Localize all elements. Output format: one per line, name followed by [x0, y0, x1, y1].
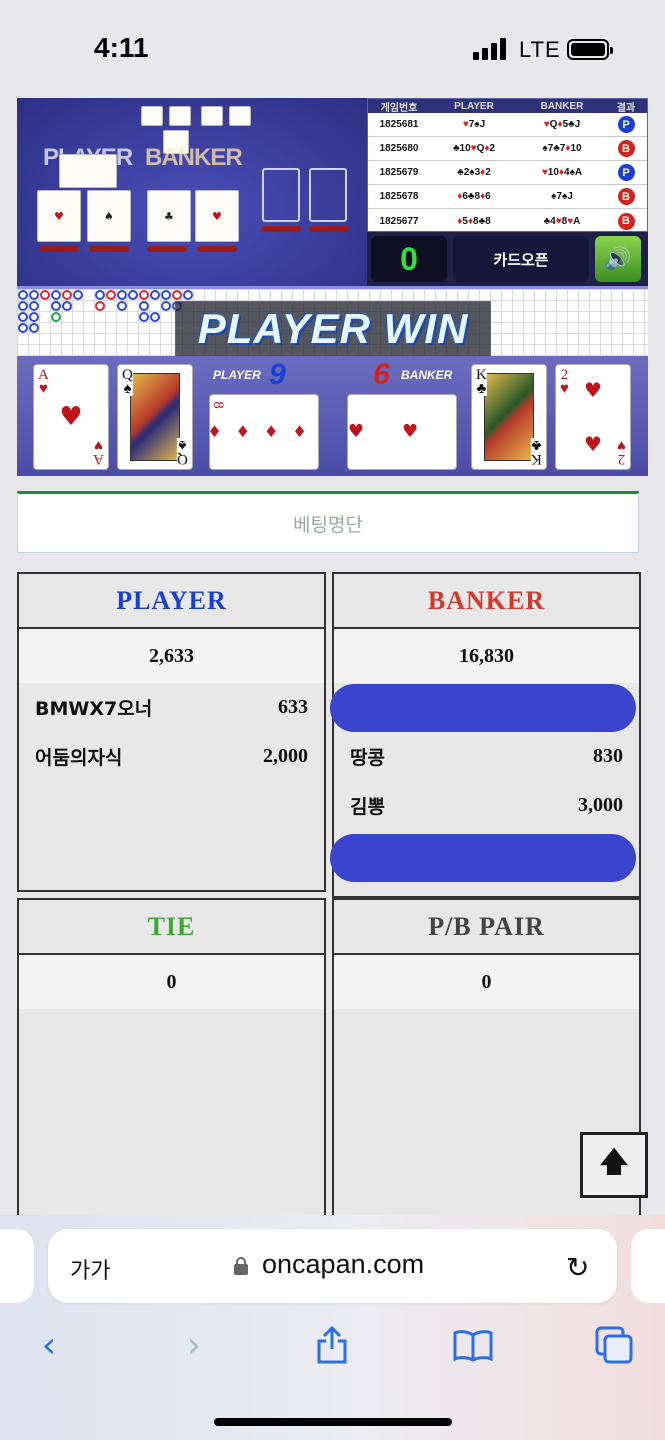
result-player-cards: ♣10♥Q♦2 [452, 143, 496, 154]
result-row: 1825678 ♦6♣8♦6 ♠7♠J B [368, 185, 647, 209]
result-player-cards: ♦6♣8♦6 [457, 191, 491, 202]
bet-amount: 633 [278, 696, 308, 718]
bettor-name: 김뽕 [350, 796, 385, 818]
browser-toolbar: 가가 oncapan.com ↻ ‹ › [0, 1215, 665, 1440]
redaction-mark [330, 834, 636, 882]
game-table: PLAYER BANKER ♥ ♠ ♣ ♥ [17, 98, 367, 286]
bet-row: 어둠의자식 2,000 [19, 732, 324, 781]
result-banker-cards: ♥10♦4♠A [541, 167, 583, 178]
result-badge: P [617, 164, 635, 181]
result-badge: P [617, 116, 635, 133]
bet-list-title: 베팅명단 [293, 513, 363, 536]
result-id: 1825677 [379, 215, 419, 227]
result-row: 1825681 ♥7♠J ♥Q♦5♣J P [368, 113, 647, 137]
player-card: A ♥ ♥ A ♥ [33, 364, 109, 470]
player-bet-panel: PLAYER 2,633 BMWX7오너 633 어둠의자식 2,000 [17, 572, 326, 892]
result-row: 1825679 ♣2♠3♦2 ♥10♦4♠A P [368, 161, 647, 185]
player-card: Q ♠ Q ♠ [117, 364, 193, 470]
result-badge: B [617, 188, 635, 205]
status-time: 4:11 [94, 32, 149, 63]
forward-icon[interactable]: › [172, 1323, 216, 1367]
result-player-cards: ♦5♦8♣8 [457, 215, 491, 227]
result-id: 1825678 [379, 191, 419, 202]
arrow-up-icon: 🡅 [599, 1145, 629, 1178]
win-banner: PLAYER WIN [175, 301, 491, 357]
results-header: 게임번호 PLAYER BANKER 결과 [368, 99, 647, 114]
result-banker-cards: ♠7♣7♦10 [542, 143, 582, 154]
result-banker-cards: ♣4♥8♥A [543, 215, 581, 227]
share-icon[interactable] [310, 1323, 354, 1367]
previous-tab[interactable] [0, 1229, 34, 1303]
result-id: 1825680 [379, 143, 419, 154]
home-indicator [214, 1418, 452, 1426]
result-id: 1825681 [379, 119, 419, 130]
bettor-name: 어둠의자식 [35, 747, 123, 769]
player-score-label: PLAYER [213, 368, 261, 382]
card-open-button[interactable]: 카드오픈 [453, 236, 589, 282]
tabs-icon[interactable] [592, 1323, 636, 1367]
result-row: 1825677 ♦5♦8♣8 ♣4♥8♥A B [368, 209, 647, 233]
status-bar: 4:11 LTE [0, 0, 665, 98]
reload-icon[interactable]: ↻ [566, 1251, 589, 1284]
bookmarks-icon[interactable] [451, 1323, 495, 1367]
bet-amount: 830 [593, 745, 623, 767]
tie-panel-total: 0 [19, 955, 324, 1009]
result-banker-cards: ♠7♠J [551, 191, 573, 202]
scroll-top-button[interactable]: 🡅 [580, 1132, 648, 1198]
address-bar[interactable]: 가가 oncapan.com ↻ [48, 1229, 617, 1303]
result-banker-cards: ♥Q♦5♣J [543, 119, 581, 130]
bet-list-header: 베팅명단 [17, 491, 639, 553]
player-score: 9 [269, 358, 286, 391]
results-col-id: 게임번호 [380, 102, 418, 114]
bet-amount: 2,000 [263, 745, 308, 767]
result-badge: B [617, 140, 635, 157]
url-text[interactable]: oncapan.com [262, 1249, 424, 1280]
banker-score-label: BANKER [401, 368, 453, 382]
result-row: 1825680 ♣10♥Q♦2 ♠7♣7♦10 B [368, 137, 647, 161]
bet-row: 김뽕 3,000 [334, 781, 639, 830]
result-player-cards: ♥7♠J [462, 119, 486, 130]
bet-row: 땅콩 830 [334, 732, 639, 781]
countdown-display: 0 [371, 236, 447, 282]
hand-display: A♥♥ A♥ Q♠Q♠ PLAYER 9 ♦♦♦♦♦♦♦♦ 8 6 BANKER… [17, 356, 648, 476]
tie-panel-title: TIE [19, 900, 324, 955]
baccarat-game: PLAYER BANKER ♥ ♠ ♣ ♥ 게임번호 PLAYER BANKER… [17, 98, 648, 476]
pair-panel-title: P/B PAIR [334, 900, 639, 955]
banker-panel-title: BANKER [334, 574, 639, 629]
result-badge: B [617, 212, 635, 230]
results-col-result: 결과 [616, 102, 636, 114]
felt-banker-label: BANKER [145, 144, 243, 171]
text-size-button[interactable]: 가가 [70, 1253, 110, 1285]
speaker-icon: 🔊 [604, 246, 632, 272]
pair-panel-total: 0 [334, 955, 639, 1009]
network-label: LTE [519, 37, 561, 62]
results-table: 게임번호 PLAYER BANKER 결과 1825681 ♥7♠J ♥Q♦5♣… [367, 98, 648, 232]
bet-amount: 3,000 [578, 794, 623, 816]
back-icon[interactable]: ‹ [27, 1323, 71, 1367]
banker-score: 6 [373, 358, 390, 391]
tie-bet-panel: TIE 0 [17, 898, 326, 1228]
banker-card: K ♣ K ♣ [471, 364, 547, 470]
banker-panel-total: 16,830 [334, 629, 639, 683]
result-id: 1825679 [379, 167, 419, 178]
redaction-mark [330, 684, 636, 732]
results-col-player: PLAYER [454, 100, 494, 112]
results-col-banker: BANKER [540, 100, 584, 112]
player-panel-total: 2,633 [19, 629, 324, 683]
player-panel-title: PLAYER [19, 574, 324, 629]
banker-card: 2 ♥ ♥ ♥ 2 ♥ [555, 364, 631, 470]
sound-button[interactable]: 🔊 [595, 236, 641, 282]
win-text: PLAYER WIN [197, 305, 469, 352]
banker-card: ♥♥♥♥ [347, 394, 457, 470]
next-tab[interactable] [631, 1229, 665, 1303]
result-player-cards: ♣2♠3♦2 [457, 167, 491, 178]
bettor-name: BMWX7오너 [35, 698, 153, 720]
lock-icon [234, 1257, 248, 1275]
signal-icon [473, 38, 507, 60]
player-card: ♦♦♦♦♦♦♦♦ 8 [209, 394, 319, 470]
game-controls: 0 카드오픈 🔊 [367, 232, 648, 286]
bet-row: BMWX7오너 633 [19, 683, 324, 732]
battery-icon [567, 39, 613, 60]
bettor-name: 땅콩 [350, 747, 385, 769]
